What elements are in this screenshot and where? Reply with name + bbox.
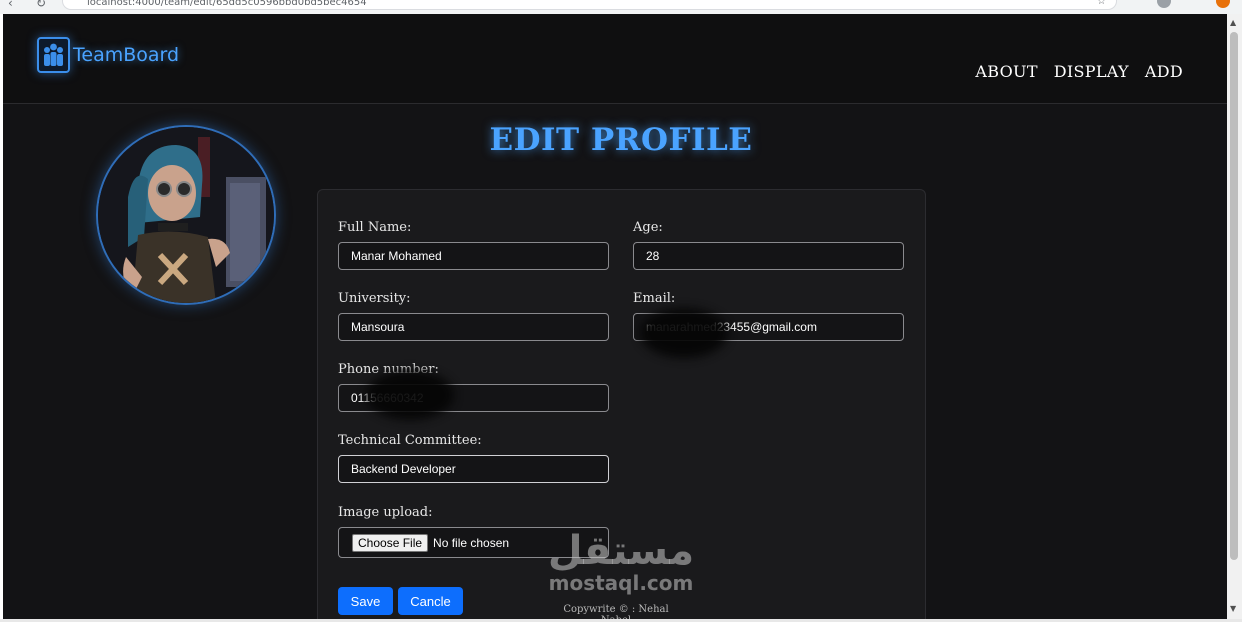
committee-input[interactable] — [338, 455, 609, 483]
email-label: Email: — [633, 291, 676, 306]
team-logo-icon — [37, 37, 70, 73]
image-upload-input[interactable]: Choose File No file chosen — [338, 527, 609, 558]
reload-icon[interactable]: ↻ — [36, 0, 46, 10]
extension-icon[interactable] — [1216, 0, 1230, 8]
nav-add[interactable]: ADD — [1145, 62, 1183, 81]
age-input[interactable] — [633, 242, 904, 270]
phone-redaction — [366, 370, 454, 420]
save-button[interactable]: Save — [338, 587, 393, 615]
page-scrollbar[interactable]: ▲ ▼ — [1227, 14, 1242, 619]
email-redaction — [640, 308, 728, 358]
full-name-label: Full Name: — [338, 220, 412, 235]
university-input[interactable] — [338, 313, 609, 341]
nav-links: ABOUT DISPLAY ADD — [975, 62, 1183, 81]
university-label: University: — [338, 291, 411, 306]
image-upload-label: Image upload: — [338, 505, 433, 520]
brand-name: TeamBoard — [73, 44, 180, 66]
file-status: No file chosen — [433, 535, 510, 550]
back-icon[interactable]: ‹ — [8, 0, 13, 10]
edit-profile-form: Full Name: Age: University: Email: Phone… — [317, 189, 926, 619]
age-label: Age: — [633, 220, 663, 235]
address-bar[interactable]: localhost:4000/team/edit/65dd5c0596bbd0b… — [62, 0, 1117, 10]
profile-avatar — [96, 125, 276, 305]
star-icon[interactable]: ☆ — [1097, 0, 1106, 7]
app-viewport: TeamBoard ABOUT DISPLAY ADD EDIT PROFILE — [3, 14, 1227, 619]
browser-toolbar: ‹ ↻ localhost:4000/team/edit/65dd5c0596b… — [0, 0, 1242, 14]
scroll-up-icon[interactable]: ▲ — [1230, 18, 1236, 27]
committee-label: Technical Committee: — [338, 433, 482, 448]
full-name-input[interactable] — [338, 242, 609, 270]
navbar: TeamBoard ABOUT DISPLAY ADD — [3, 14, 1227, 104]
brand-logo[interactable]: TeamBoard — [37, 37, 179, 73]
scroll-thumb[interactable] — [1230, 32, 1238, 560]
copyright-text: Copywrite © : Nehal Nabel — [563, 604, 669, 619]
nav-display[interactable]: DISPLAY — [1054, 62, 1129, 81]
scroll-down-icon[interactable]: ▼ — [1230, 604, 1236, 613]
page-title: EDIT PROFILE — [489, 122, 753, 158]
choose-file-button[interactable]: Choose File — [352, 533, 429, 552]
cancel-button[interactable]: Cancle — [398, 587, 463, 615]
url-text: localhost:4000/team/edit/65dd5c0596bbd0b… — [87, 0, 367, 8]
profile-icon[interactable] — [1157, 0, 1171, 8]
nav-about[interactable]: ABOUT — [975, 62, 1037, 81]
